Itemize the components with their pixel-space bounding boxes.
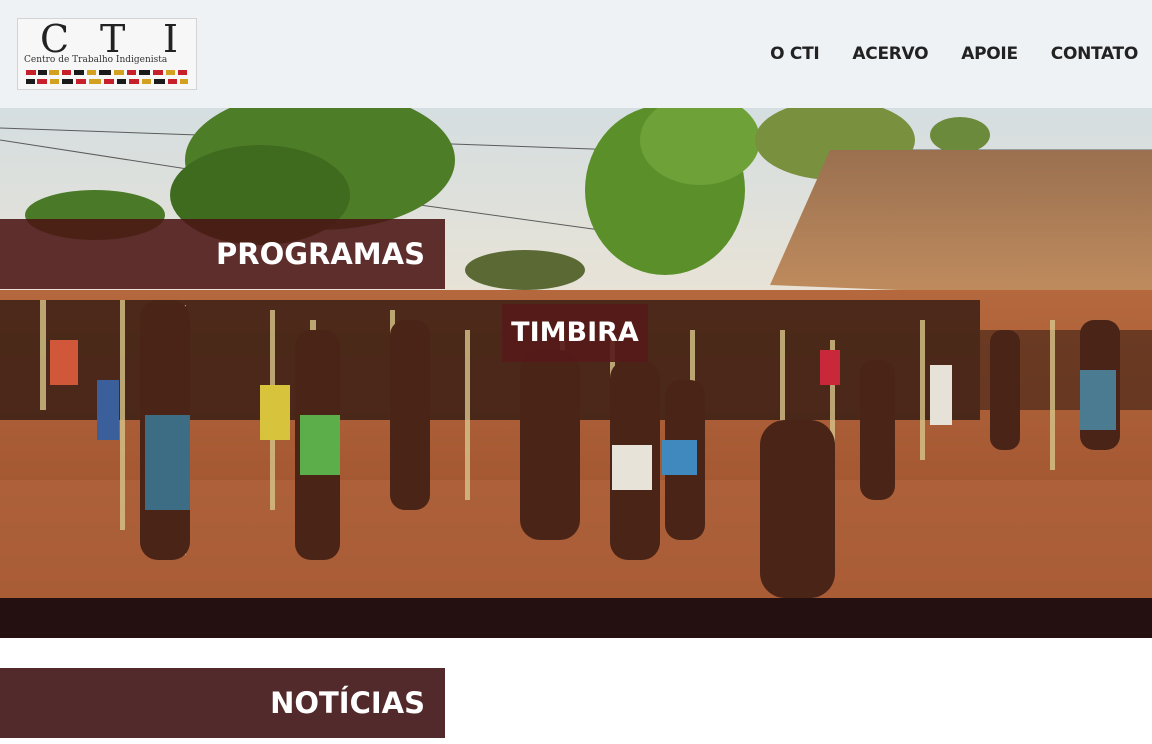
nav-item-acervo[interactable]: ACERVO <box>852 44 928 64</box>
program-timbira-link[interactable]: TIMBIRA <box>502 304 648 362</box>
cti-logo[interactable]: C T I Centro de Trabalho Indigenista <box>17 17 197 90</box>
logo-subtitle: Centro de Trabalho Indigenista <box>24 55 168 65</box>
hero-footer-bar <box>0 598 1152 638</box>
programs-label[interactable]: PROGRAMAS <box>0 219 445 289</box>
nav-item-apoie[interactable]: APOIE <box>961 44 1018 64</box>
nav-item-contato[interactable]: CONTATO <box>1051 44 1139 64</box>
news-heading: NOTÍCIAS <box>0 668 445 738</box>
nav-item-o-cti[interactable]: O CTI <box>770 44 820 64</box>
main-nav: O CTI ACERVO APOIE CONTATO <box>770 44 1138 64</box>
site-header: C T I Centro de Trabalho Indigenista O C… <box>0 0 1152 108</box>
logo-animals-icon <box>26 70 188 84</box>
